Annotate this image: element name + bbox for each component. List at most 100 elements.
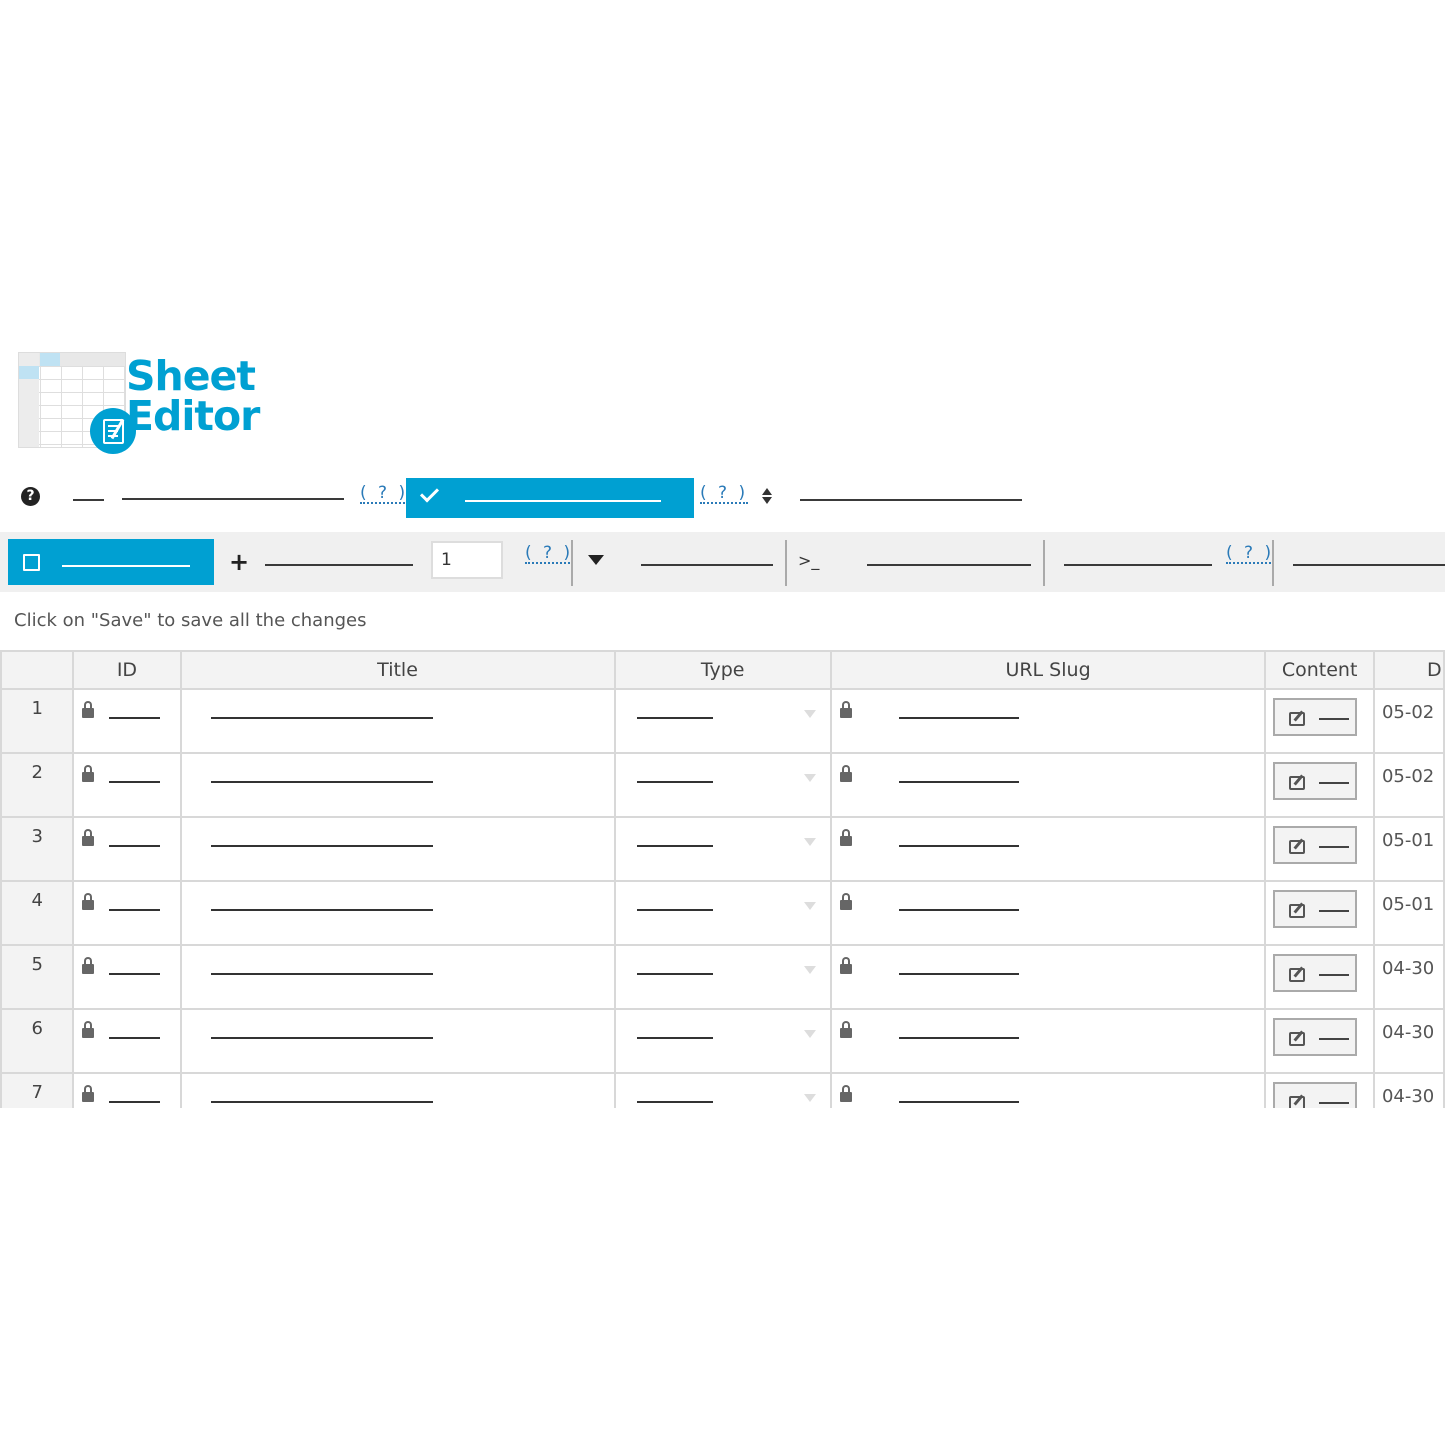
- url-slug-cell[interactable]: [829, 752, 1267, 818]
- title-value: [210, 1101, 433, 1103]
- confirm-button[interactable]: [406, 478, 694, 518]
- type-value: [636, 845, 713, 847]
- type-cell[interactable]: [613, 816, 832, 882]
- row-number[interactable]: 3: [0, 816, 75, 882]
- row-number[interactable]: 2: [0, 752, 75, 818]
- date-cell[interactable]: 05-01: [1372, 880, 1445, 946]
- save-notice: Click on "Save" to save all the changes: [14, 610, 367, 631]
- sort-icon[interactable]: [762, 488, 772, 506]
- dropdown-arrow-icon[interactable]: [803, 902, 816, 910]
- type-cell[interactable]: [613, 688, 832, 754]
- date-cell[interactable]: 05-02: [1372, 752, 1445, 818]
- id-value: [109, 1101, 161, 1103]
- row-number[interactable]: 4: [0, 880, 75, 946]
- url-slug-cell[interactable]: [829, 688, 1267, 754]
- type-cell[interactable]: [613, 1008, 832, 1074]
- terminal-icon[interactable]: >_: [798, 551, 819, 570]
- date-cell[interactable]: 05-01: [1372, 816, 1445, 882]
- main-toolbar: + ( ? ) >_ ( ? ): [0, 532, 1445, 592]
- title-cell[interactable]: [179, 944, 616, 1010]
- help-tooltip-link[interactable]: ( ? ): [1226, 544, 1275, 564]
- dropdown-arrow-icon[interactable]: [803, 1094, 816, 1102]
- dropdown-arrow-icon[interactable]: [803, 774, 816, 782]
- edit-content-button[interactable]: [1273, 1018, 1358, 1056]
- lock-icon: [839, 1085, 852, 1102]
- title-cell[interactable]: [179, 880, 616, 946]
- type-cell[interactable]: [613, 880, 832, 946]
- edit-content-button[interactable]: [1273, 1082, 1358, 1108]
- add-rows-count-input[interactable]: [431, 541, 503, 579]
- edit-content-button[interactable]: [1273, 954, 1358, 992]
- grid-header-row: ID Title Type URL Slug Content D: [0, 650, 1445, 690]
- filter-icon[interactable]: [588, 555, 604, 565]
- edit-content-button[interactable]: [1273, 762, 1358, 800]
- dropdown-arrow-icon[interactable]: [803, 1030, 816, 1038]
- lock-icon: [839, 701, 852, 718]
- id-cell[interactable]: [72, 1072, 182, 1108]
- table-row: 3 05-01: [0, 816, 1445, 882]
- help-tooltip-link[interactable]: ( ? ): [700, 484, 749, 504]
- help-tooltip-link[interactable]: ( ? ): [360, 484, 409, 504]
- column-header-date[interactable]: D: [1372, 650, 1445, 690]
- column-header-id[interactable]: ID: [72, 650, 182, 690]
- question-circle-icon[interactable]: ?: [21, 487, 40, 506]
- url-slug-cell[interactable]: [829, 1008, 1267, 1074]
- column-header-content[interactable]: Content: [1264, 650, 1375, 690]
- edit-content-label: [1319, 846, 1350, 848]
- lock-icon: [839, 957, 852, 974]
- edit-content-button[interactable]: [1273, 826, 1358, 864]
- url-slug-cell[interactable]: [829, 1072, 1267, 1108]
- title-cell[interactable]: [179, 1072, 616, 1108]
- terminal-label[interactable]: [867, 564, 1031, 566]
- id-cell[interactable]: [72, 752, 182, 818]
- date-cell[interactable]: 04-30: [1372, 1072, 1445, 1108]
- column-header-type[interactable]: Type: [613, 650, 832, 690]
- column-header-title[interactable]: Title: [179, 650, 616, 690]
- table-row: 4 05-01: [0, 880, 1445, 946]
- dropdown-arrow-icon[interactable]: [803, 838, 816, 846]
- title-cell[interactable]: [179, 752, 616, 818]
- title-value: [210, 717, 433, 719]
- id-cell[interactable]: [72, 1008, 182, 1074]
- type-cell[interactable]: [613, 944, 832, 1010]
- title-value: [210, 845, 433, 847]
- date-cell[interactable]: 04-30: [1372, 944, 1445, 1010]
- edit-content-button[interactable]: [1273, 890, 1358, 928]
- lock-icon: [839, 829, 852, 846]
- lock-icon: [82, 1085, 95, 1102]
- row-number[interactable]: 7: [0, 1072, 75, 1108]
- date-value: 05-01: [1381, 894, 1435, 915]
- sort-label[interactable]: [800, 499, 1022, 501]
- id-cell[interactable]: [72, 944, 182, 1010]
- dropdown-arrow-icon[interactable]: [803, 966, 816, 974]
- lock-icon: [82, 893, 95, 910]
- toolbar-item-label[interactable]: [1064, 564, 1212, 566]
- help-tooltip-link[interactable]: ( ? ): [525, 544, 574, 564]
- url-slug-value: [898, 973, 1019, 975]
- url-slug-cell[interactable]: [829, 944, 1267, 1010]
- toolbar-item-label[interactable]: [1293, 564, 1445, 566]
- save-button-label: [62, 565, 190, 567]
- id-cell[interactable]: [72, 816, 182, 882]
- id-cell[interactable]: [72, 688, 182, 754]
- row-number[interactable]: 5: [0, 944, 75, 1010]
- save-button[interactable]: [8, 539, 214, 585]
- row-number[interactable]: 6: [0, 1008, 75, 1074]
- column-header-url-slug[interactable]: URL Slug: [829, 650, 1267, 690]
- url-slug-cell[interactable]: [829, 880, 1267, 946]
- row-number[interactable]: 1: [0, 688, 75, 754]
- edit-content-button[interactable]: [1273, 698, 1358, 736]
- plus-icon[interactable]: +: [229, 550, 249, 574]
- title-cell[interactable]: [179, 688, 616, 754]
- dropdown-arrow-icon[interactable]: [803, 710, 816, 718]
- filter-label[interactable]: [641, 564, 773, 566]
- id-cell[interactable]: [72, 880, 182, 946]
- date-cell[interactable]: 05-02: [1372, 688, 1445, 754]
- url-slug-cell[interactable]: [829, 816, 1267, 882]
- content-cell: [1264, 752, 1375, 818]
- type-cell[interactable]: [613, 752, 832, 818]
- date-cell[interactable]: 04-30: [1372, 1008, 1445, 1074]
- title-cell[interactable]: [179, 816, 616, 882]
- title-cell[interactable]: [179, 1008, 616, 1074]
- type-cell[interactable]: [613, 1072, 832, 1108]
